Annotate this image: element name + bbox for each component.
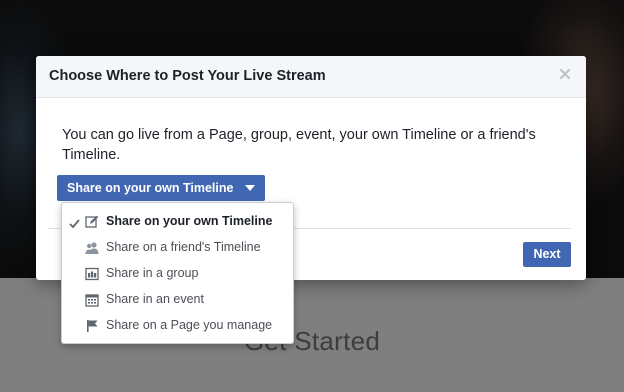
friends-icon [85, 241, 99, 255]
audience-selector-label: Share on your own Timeline [67, 181, 234, 195]
group-icon [85, 267, 99, 281]
flag-icon [85, 319, 99, 333]
next-button[interactable]: Next [523, 242, 571, 267]
audience-selector-button[interactable]: Share on your own Timeline [57, 175, 266, 201]
checkmark-icon [69, 216, 80, 229]
menu-item-label: Share in a group [106, 266, 199, 280]
menu-item-label: Share on a friend's Timeline [106, 240, 261, 254]
caret-down-icon [245, 185, 256, 191]
menu-item-own-timeline[interactable]: Share on your own Timeline [62, 209, 293, 235]
dialog-title: Choose Where to Post Your Live Stream [49, 68, 326, 84]
close-icon[interactable] [558, 67, 572, 81]
dialog-description: You can go live from a Page, group, even… [62, 127, 536, 163]
compose-icon [85, 215, 99, 229]
audience-dropdown-menu: Share on your own Timeline Share on a fr… [61, 202, 294, 344]
menu-item-label: Share on your own Timeline [106, 214, 273, 228]
dialog-header: Choose Where to Post Your Live Stream [36, 56, 586, 98]
menu-item-label: Share in an event [106, 292, 204, 306]
menu-item-group[interactable]: Share in a group [62, 261, 293, 287]
menu-item-label: Share on a Page you manage [106, 318, 273, 332]
menu-item-page[interactable]: Share on a Page you manage [62, 313, 293, 339]
menu-item-event[interactable]: Share in an event [62, 287, 293, 313]
calendar-icon [85, 293, 99, 307]
menu-item-friends-timeline[interactable]: Share on a friend's Timeline [62, 235, 293, 261]
